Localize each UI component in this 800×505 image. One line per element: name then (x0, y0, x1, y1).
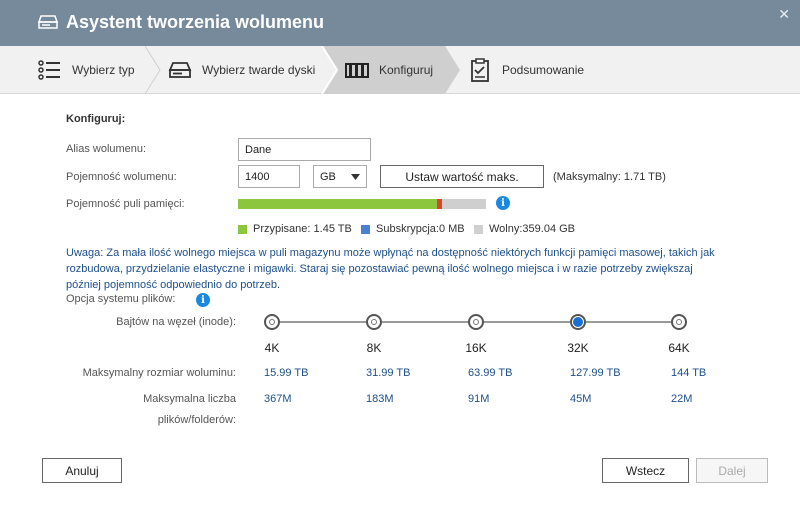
legend-swatch (361, 224, 370, 234)
legend-text: Przypisane: 1.45 TB (253, 223, 352, 235)
cancel-button[interactable]: Anuluj (42, 458, 122, 483)
unit-select[interactable]: GB (313, 165, 367, 188)
inode-size-4k: 4K (264, 341, 280, 355)
pool-label: Pojemność puli pamięci: (66, 198, 185, 210)
max-files-label-line1: Maksymalna liczba (143, 393, 236, 405)
legend-text: Wolny:359.04 GB (489, 223, 576, 235)
unit-select-value: GB (320, 170, 336, 183)
inode-size-16k: 16K (465, 341, 487, 355)
inode-radio-16k[interactable] (468, 314, 484, 330)
close-icon[interactable]: ✕ (778, 6, 790, 23)
wizard-steps: Wybierz typ Wybierz twarde dyski Konfigu… (0, 46, 800, 94)
max-files-4k: 367M (264, 393, 292, 405)
step-label: Wybierz twarde dyski (202, 63, 316, 77)
step-label: Konfiguruj (379, 63, 434, 77)
max-files-16k: 91M (468, 393, 490, 405)
inode-size-64k: 64K (668, 341, 690, 355)
step-label: Podsumowanie (502, 63, 585, 77)
inode-size-32k: 32K (567, 341, 589, 355)
step-select-disks: Wybierz twarde dyski (168, 46, 315, 94)
drive-icon (38, 15, 58, 29)
legend-allocated: Przypisane: 1.45 TB (238, 223, 352, 235)
legend-swatch (238, 224, 247, 234)
inode-radio-64k[interactable] (671, 314, 687, 330)
inode-radio-32k[interactable] (570, 314, 586, 330)
step-select-type: Wybierz typ (38, 46, 135, 94)
pool-usage-bar (238, 199, 486, 209)
max-note: (Maksymalny: 1.71 TB) (553, 171, 666, 183)
window-title: Asystent tworzenia wolumenu (66, 12, 325, 32)
step-configure: Konfiguruj (345, 46, 433, 94)
alias-label: Alias wolumenu: (66, 143, 147, 155)
max-files-label-line2: plików/folderów: (157, 414, 236, 426)
step-label: Wybierz typ (72, 63, 135, 77)
back-button[interactable]: Wstecz (602, 458, 689, 483)
legend-subscription: Subskrypcja:0 MB (361, 223, 465, 235)
capacity-label: Pojemność wolumenu: (66, 171, 177, 183)
max-size-4k: 15.99 TB (264, 367, 309, 379)
step-summary: Podsumowanie (468, 46, 584, 94)
list-icon (38, 60, 60, 80)
legend-free: Wolny:359.04 GB (474, 223, 575, 235)
alias-input[interactable]: Dane (238, 138, 371, 161)
warning-text: Uwaga: Za mała ilość wolnego miejsca w p… (66, 247, 715, 291)
pool-info-icon[interactable]: i (496, 196, 510, 210)
max-size-8k: 31.99 TB (366, 367, 411, 379)
pool-allocated-fill (238, 199, 438, 209)
disk-icon (168, 62, 192, 78)
legend-swatch (474, 224, 483, 234)
max-size-32k: 127.99 TB (570, 367, 621, 379)
next-button[interactable]: Dalej (696, 458, 768, 483)
max-size-16k: 63.99 TB (468, 367, 513, 379)
section-title: Konfiguruj: (66, 113, 126, 125)
max-files-64k: 22M (671, 393, 693, 405)
chevron-down-icon (351, 173, 360, 180)
pool-subscription-marker (437, 199, 442, 209)
max-size-label: Maksymalny rozmiar woluminu: (82, 367, 236, 379)
inode-radio-4k[interactable] (264, 314, 280, 330)
inode-size-8k: 8K (366, 341, 382, 355)
set-max-button[interactable]: Ustaw wartość maks. (380, 165, 544, 188)
legend-text: Subskrypcja:0 MB (376, 223, 465, 235)
book-icon (345, 63, 369, 78)
max-size-64k: 144 TB (671, 367, 707, 379)
inode-radio-8k[interactable] (366, 314, 382, 330)
inode-label: Bajtów na węzeł (inode): (116, 316, 236, 328)
clipboard-icon (471, 58, 489, 82)
capacity-input[interactable]: 1400 (238, 165, 300, 188)
window-titlebar: Asystent tworzenia wolumenu ✕ (0, 0, 800, 46)
max-files-8k: 183M (366, 393, 394, 405)
filesystem-label: Opcja systemu plików: (66, 293, 176, 305)
max-files-32k: 45M (570, 393, 592, 405)
filesystem-info-icon[interactable]: i (196, 293, 210, 307)
